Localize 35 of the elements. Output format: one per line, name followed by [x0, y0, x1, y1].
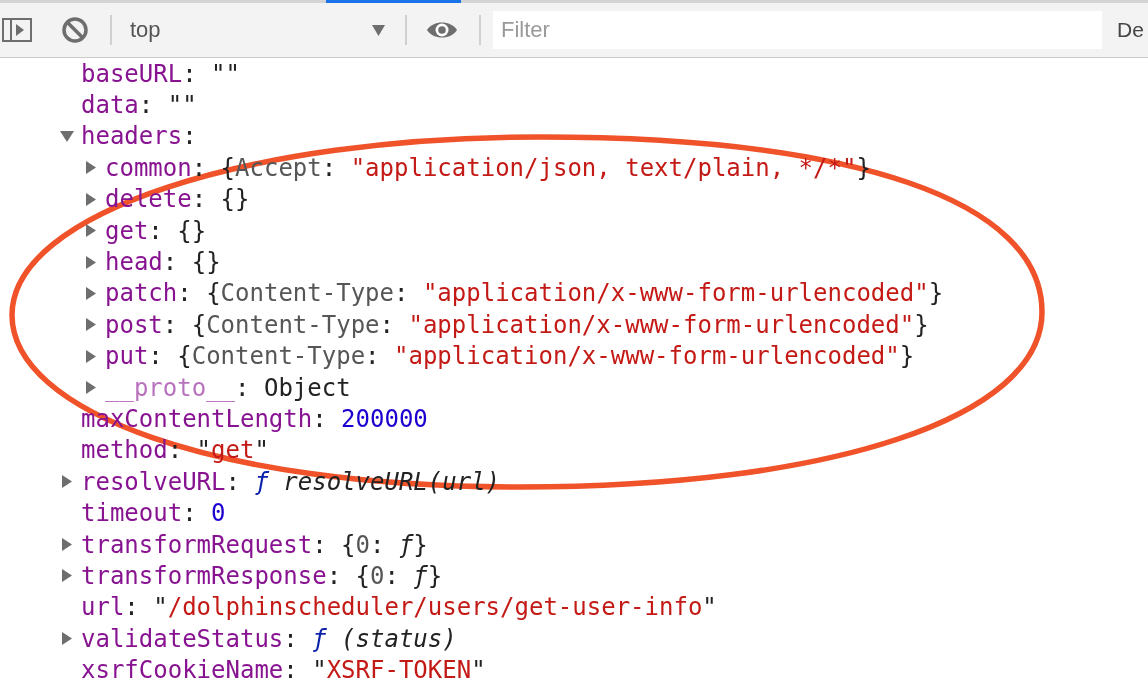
object-property: method: "get" [81, 437, 269, 464]
caret-icon [372, 24, 385, 36]
object-property: timeout: 0 [81, 500, 226, 527]
object-property: head: {} [105, 249, 221, 276]
caret-right-icon[interactable] [86, 224, 96, 238]
object-property: data: "" [81, 92, 197, 119]
object-property: get: {} [105, 217, 207, 244]
levels-dropdown[interactable]: De [1117, 18, 1144, 42]
object-property: url: "/dolphinscheduler/users/get-user-info" [81, 594, 717, 621]
filter-field[interactable]: Filter [493, 11, 1102, 49]
object-property: baseURL: "" [81, 60, 240, 87]
object-property: transformResponse: {0: ƒ} [81, 562, 443, 589]
caret-down-icon[interactable] [60, 130, 74, 142]
object-property: transformRequest: {0: ƒ} [81, 531, 428, 558]
object-property: patch: {Content-Type: "application/x-www-form-urlencoded"} [105, 280, 944, 307]
caret-right-icon[interactable] [62, 632, 72, 646]
caret-right-icon[interactable] [62, 538, 72, 552]
caret-right-icon[interactable] [62, 475, 72, 489]
context-dropdown[interactable]: top [120, 10, 395, 50]
caret-right-icon[interactable] [86, 349, 96, 363]
caret-right-icon[interactable] [86, 161, 96, 175]
prohibited-icon[interactable] [62, 17, 88, 43]
caret-right-icon[interactable] [86, 286, 96, 300]
object-property: __proto__: Object [105, 374, 351, 401]
object-property: headers: [81, 123, 197, 150]
object-property: put: {Content-Type: "application/x-www-form-urlencoded"} [105, 343, 915, 370]
caret-right-icon[interactable] [86, 192, 96, 206]
object-property: validateStatus: ƒ (status) [81, 625, 457, 652]
caret-right-icon[interactable] [86, 255, 96, 269]
caret-right-icon[interactable] [86, 318, 96, 332]
object-property: xsrfCookieName: "XSRF-TOKEN" [81, 657, 486, 684]
caret-right-icon[interactable] [62, 569, 72, 583]
object-property: post: {Content-Type: "application/x-www-form-urlencoded"} [105, 311, 929, 338]
caret-right-icon[interactable] [86, 381, 96, 395]
sidebar-icon[interactable] [2, 18, 32, 42]
